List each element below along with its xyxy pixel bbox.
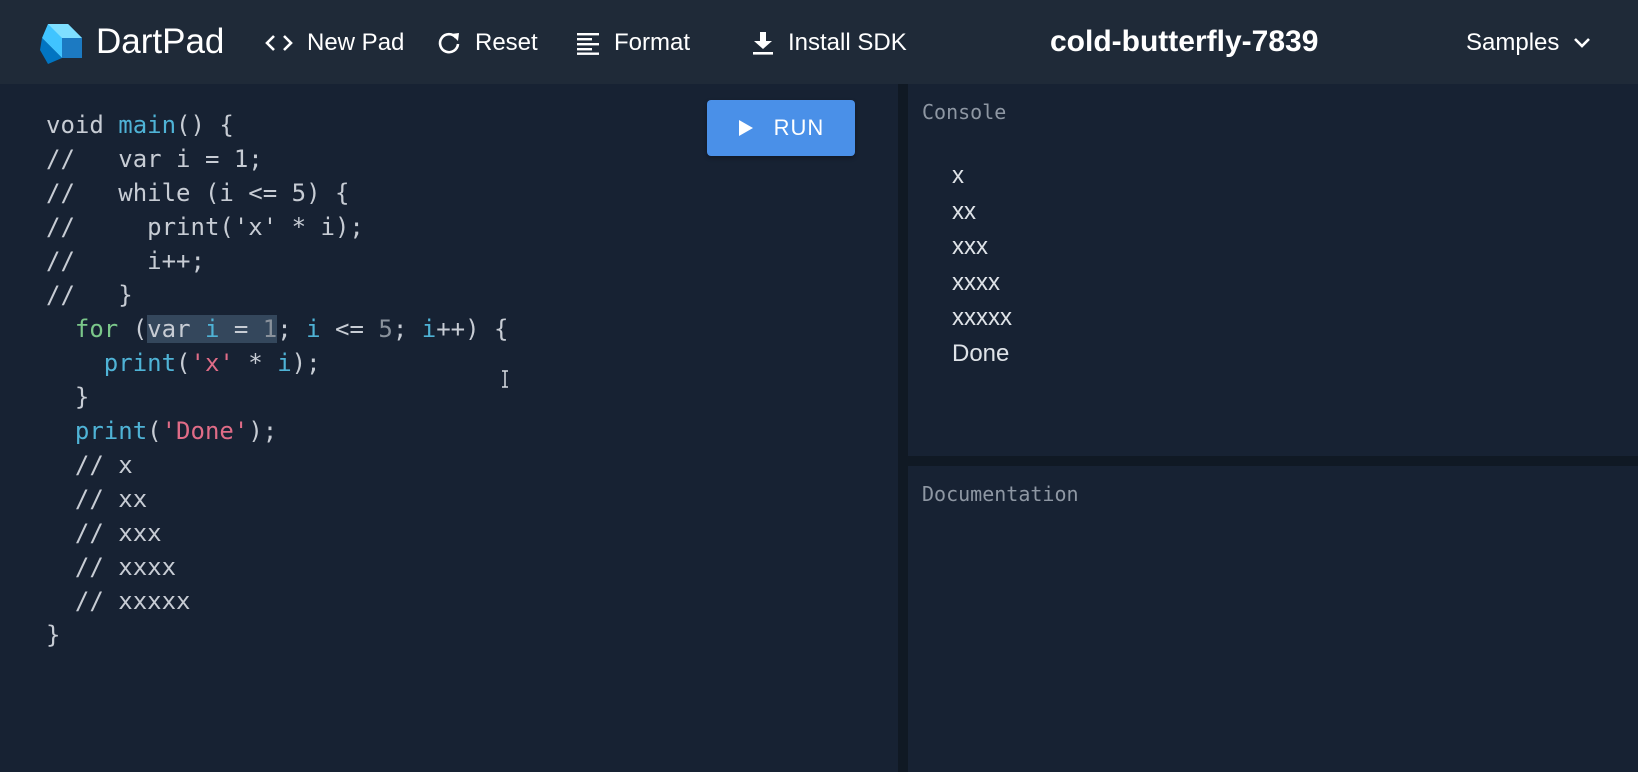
code-line[interactable]: // xxx xyxy=(46,519,162,547)
code-token: // print('x' * i); xyxy=(46,213,364,241)
chevron-down-icon xyxy=(1574,38,1591,48)
text-cursor-icon xyxy=(502,370,508,388)
console-panel: Console x xx xxx xxxx xxxxx Done xyxy=(908,84,1638,456)
format-lines-icon xyxy=(577,33,599,55)
install-sdk-button[interactable]: Install SDK xyxy=(752,26,907,60)
console-line: xxx xyxy=(952,233,988,260)
code-line[interactable]: // x xyxy=(46,451,133,479)
code-line[interactable]: // } xyxy=(46,281,133,309)
code-token: * xyxy=(233,349,278,377)
format-button[interactable]: Format xyxy=(576,26,690,60)
dart-logo-icon[interactable] xyxy=(38,20,84,66)
code-token: print xyxy=(103,349,177,377)
code-token: 'Done' xyxy=(161,417,249,445)
documentation-panel: Documentation xyxy=(908,466,1638,772)
code-token: void xyxy=(46,111,119,139)
samples-dropdown[interactable]: Samples xyxy=(1466,26,1591,60)
code-line[interactable]: print('Done'); xyxy=(46,417,277,445)
new-pad-button[interactable]: New Pad xyxy=(265,26,404,60)
install-sdk-label: Install SDK xyxy=(788,29,907,56)
code-token: i xyxy=(421,315,437,343)
code-line[interactable]: print('x' * i); xyxy=(46,349,321,377)
code-token: ); xyxy=(248,417,278,445)
console-label: Console xyxy=(922,100,1007,124)
reset-button[interactable]: Reset xyxy=(437,26,538,60)
reset-label: Reset xyxy=(475,29,538,56)
run-label: RUN xyxy=(773,115,825,140)
pad-title[interactable]: cold-butterfly-7839 xyxy=(1050,22,1318,62)
console-line: Done xyxy=(952,339,1010,367)
code-token: // x xyxy=(46,451,133,479)
code-line[interactable]: // xx xyxy=(46,485,147,513)
console-line: xxxx xyxy=(952,268,1000,296)
code-token: i xyxy=(277,349,292,377)
code-token: () { xyxy=(176,111,234,139)
code-token: var xyxy=(147,315,205,343)
code-token: // xxx xyxy=(46,519,162,547)
app-name: DartPad xyxy=(96,22,225,61)
code-token: 5 xyxy=(378,315,393,343)
download-icon xyxy=(753,32,773,55)
format-label: Format xyxy=(614,29,691,56)
code-line[interactable]: } xyxy=(46,383,89,411)
code-token: // var i = 1; xyxy=(46,145,263,173)
code-token: ++) { xyxy=(436,315,509,343)
code-token: ); xyxy=(291,349,321,377)
code-line[interactable]: for (var i = 1; i <= 5; i++) { xyxy=(46,315,508,343)
code-token: main xyxy=(118,111,177,139)
top-app-bar: DartPad New Pad Reset Format Install SDK… xyxy=(0,0,1638,84)
code-token: 1 xyxy=(262,315,278,343)
console-line: xxxxx xyxy=(952,304,1012,331)
console-line: xx xyxy=(952,197,976,225)
code-token: i xyxy=(306,315,321,343)
console-output: x xx xxx xxxx xxxxx Done xyxy=(952,158,1012,371)
code-line[interactable]: // i++; xyxy=(46,247,205,275)
new-pad-label: New Pad xyxy=(307,29,405,56)
code-line[interactable]: } xyxy=(46,621,60,649)
code-token: 'x' xyxy=(190,349,234,377)
code-token: // xx xyxy=(46,485,148,513)
code-line[interactable]: // print('x' * i); xyxy=(46,213,364,241)
code-token: // } xyxy=(46,281,133,309)
code-token: // i++; xyxy=(46,247,205,275)
samples-label: Samples xyxy=(1466,29,1560,56)
code-token: } xyxy=(46,383,90,411)
code-token: i xyxy=(204,315,220,343)
code-line[interactable]: // xxxxx xyxy=(46,587,191,615)
code-token: for xyxy=(74,315,119,343)
code-token: ; xyxy=(392,315,422,343)
code-line[interactable]: // xxxx xyxy=(46,553,176,581)
code-text[interactable]: void main() { // var i = 1; // while (i … xyxy=(46,108,508,652)
code-token: ; xyxy=(277,315,307,343)
code-line[interactable]: void main() { xyxy=(46,111,234,139)
play-icon xyxy=(738,120,753,136)
code-token: // xxxx xyxy=(46,553,177,581)
code-token: // while (i <= 5) { xyxy=(46,179,350,207)
code-line[interactable]: // var i = 1; xyxy=(46,145,263,173)
code-token: // xxxxx xyxy=(46,587,191,615)
code-token: ( xyxy=(147,417,162,445)
code-editor[interactable]: void main() { // var i = 1; // while (i … xyxy=(0,84,898,772)
code-token: = xyxy=(219,315,263,343)
run-button[interactable]: RUN xyxy=(707,100,855,156)
code-token: print xyxy=(74,417,148,445)
code-token: ( xyxy=(118,315,148,343)
code-token: } xyxy=(46,621,61,649)
horizontal-splitter[interactable] xyxy=(908,456,1638,466)
refresh-icon xyxy=(438,32,460,54)
code-line[interactable]: // while (i <= 5) { xyxy=(46,179,349,207)
code-token: ( xyxy=(176,349,191,377)
documentation-label: Documentation xyxy=(922,482,1079,506)
console-line: x xyxy=(952,162,964,189)
vertical-splitter[interactable] xyxy=(898,84,908,772)
code-brackets-icon xyxy=(265,35,293,51)
code-token: <= xyxy=(320,315,379,343)
